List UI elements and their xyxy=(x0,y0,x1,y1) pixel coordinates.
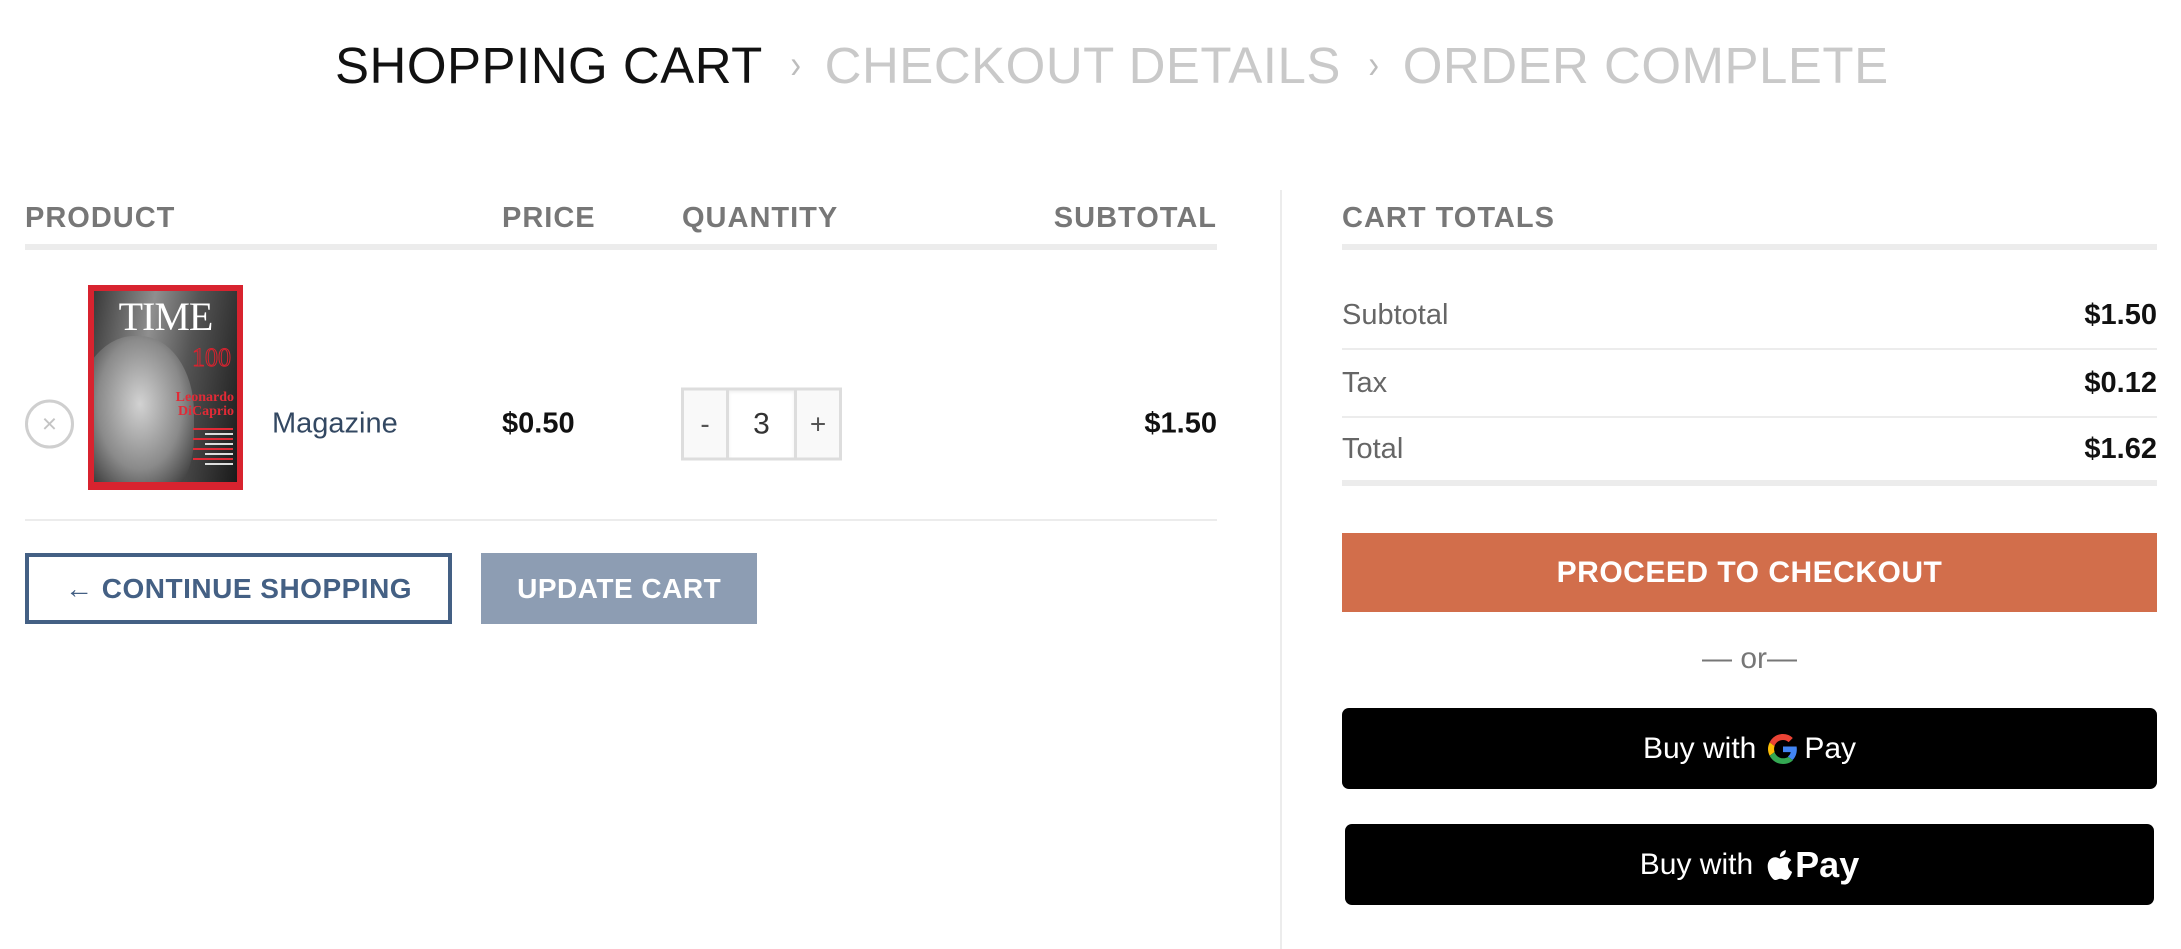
cart-totals-title: CART TOTALS xyxy=(1342,190,2157,250)
gpay-prefix: Buy with xyxy=(1642,731,1757,765)
totals-value: $1.62 xyxy=(2084,432,2157,465)
google-g-icon xyxy=(1768,733,1798,764)
decrement-button[interactable]: - xyxy=(684,390,726,458)
increment-button[interactable]: + xyxy=(797,390,839,458)
chevron-right-icon: › xyxy=(1368,43,1380,87)
cover-masthead: TIME xyxy=(118,294,214,339)
cart-table: PRODUCT PRICE QUANTITY SUBTOTAL × TIME 1… xyxy=(25,190,1217,624)
header-product: PRODUCT xyxy=(25,202,176,234)
totals-row-tax: Tax $0.12 xyxy=(1342,350,2157,418)
step-order-complete: ORDER COMPLETE xyxy=(1402,37,1889,94)
apple-pay-button[interactable]: Buy with Pay xyxy=(1345,824,2154,905)
remove-item-button[interactable]: × xyxy=(25,399,74,449)
totals-label: Tax xyxy=(1342,366,1388,399)
magazine-cover-image: TIME 100 Leonardo DiCaprio xyxy=(94,291,237,482)
apple-logo-icon xyxy=(1765,848,1793,882)
cover-name: Leonardo DiCaprio xyxy=(175,390,234,419)
header-subtotal: SUBTOTAL xyxy=(1053,202,1217,234)
close-icon: × xyxy=(41,408,58,439)
quantity-input[interactable]: 3 xyxy=(726,390,797,458)
update-cart-button[interactable]: UPDATE CART xyxy=(481,553,758,624)
header-quantity: QUANTITY xyxy=(682,202,839,234)
product-thumbnail[interactable]: TIME 100 Leonardo DiCaprio xyxy=(88,285,243,490)
totals-value: $0.12 xyxy=(2084,366,2157,399)
google-pay-button[interactable]: Buy with Pay xyxy=(1342,708,2157,789)
step-checkout-details[interactable]: CHECKOUT DETAILS xyxy=(825,36,1341,95)
cover-number: 100 xyxy=(192,343,232,373)
header-price: PRICE xyxy=(502,202,596,234)
applepay-prefix: Buy with xyxy=(1639,847,1754,881)
table-header: PRODUCT PRICE QUANTITY SUBTOTAL xyxy=(25,190,1217,250)
cart-totals: CART TOTALS Subtotal $1.50 Tax $0.12 Tot… xyxy=(1342,190,2157,905)
product-name-link[interactable]: Magazine xyxy=(272,408,398,441)
totals-label: Subtotal xyxy=(1342,298,1449,331)
step-shopping-cart[interactable]: SHOPPING CART xyxy=(335,36,763,95)
checkout-steps: SHOPPING CART › CHECKOUT DETAILS › ORDER… xyxy=(335,36,1889,95)
quantity-stepper: - 3 + xyxy=(681,387,842,461)
proceed-to-checkout-button[interactable]: PROCEED TO CHECKOUT xyxy=(1342,533,2157,612)
totals-row-subtotal: Subtotal $1.50 xyxy=(1342,282,2157,350)
cart-actions: ← CONTINUE SHOPPING UPDATE CART xyxy=(25,553,758,624)
continue-shopping-button[interactable]: ← CONTINUE SHOPPING xyxy=(25,553,453,624)
totals-label: Total xyxy=(1342,432,1404,465)
cover-text-lines xyxy=(193,425,233,468)
table-row: × TIME 100 Leonardo DiCaprio Magazine $0… xyxy=(25,250,1217,521)
applepay-suffix: Pay xyxy=(1795,843,1860,885)
totals-value: $1.50 xyxy=(2084,298,2157,331)
product-price: $0.50 xyxy=(502,407,575,440)
chevron-right-icon: › xyxy=(790,43,802,87)
totals-table: Subtotal $1.50 Tax $0.12 Total $1.62 xyxy=(1342,282,2157,486)
product-subtotal: $1.50 xyxy=(1144,407,1217,440)
or-divider: — or— xyxy=(1701,642,1797,675)
totals-row-total: Total $1.62 xyxy=(1342,418,2157,486)
column-divider xyxy=(1280,190,1282,949)
gpay-suffix: Pay xyxy=(1804,731,1857,765)
